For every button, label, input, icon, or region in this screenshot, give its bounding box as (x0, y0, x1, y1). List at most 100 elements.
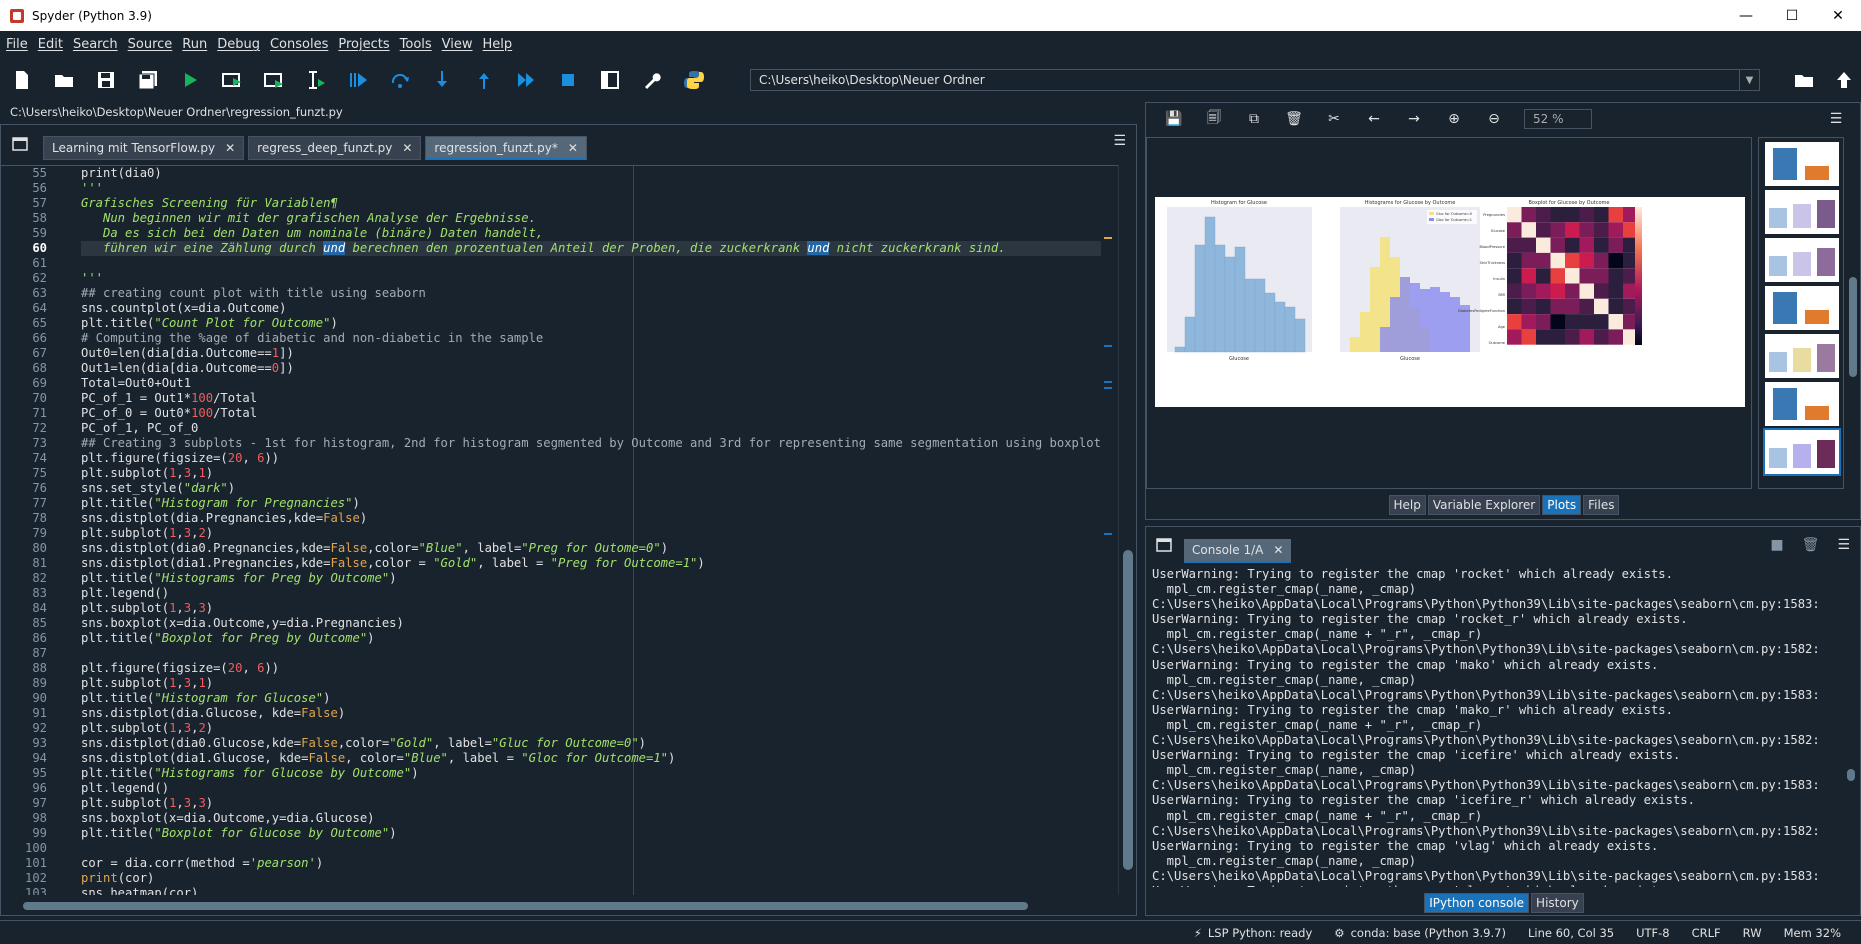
close-tab-icon[interactable]: ✕ (225, 141, 235, 155)
menu-help[interactable]: Help (483, 37, 513, 52)
remove-all-plots-icon[interactable]: ✂ (1323, 108, 1345, 130)
run-cell-advance-icon[interactable] (262, 68, 286, 92)
options-menu-icon[interactable]: ☰ (1113, 133, 1126, 149)
editor-tab[interactable]: regress_deep_funzt.py ✕ (248, 136, 422, 160)
close-tab-icon[interactable]: ✕ (568, 141, 578, 155)
plot-thumbnail-selected[interactable] (1763, 428, 1841, 476)
run-selection-icon[interactable] (304, 68, 328, 92)
menu-tools[interactable]: Tools (400, 37, 432, 52)
debug-icon[interactable] (346, 68, 370, 92)
console-output[interactable]: UserWarning: Trying to register the cmap… (1152, 567, 1838, 887)
options-menu-icon[interactable]: ☰ (1837, 537, 1850, 553)
zoom-in-icon[interactable]: ⊕ (1443, 108, 1465, 130)
heatmap-cell (1579, 283, 1594, 299)
tab-variable-explorer[interactable]: Variable Explorer (1427, 495, 1541, 515)
step-return-icon[interactable] (472, 68, 496, 92)
remove-variables-icon[interactable]: 🗑 (1802, 537, 1820, 553)
menu-debug[interactable]: Debug (217, 37, 260, 52)
plot-thumbnail[interactable] (1765, 238, 1839, 282)
menu-edit[interactable]: Edit (38, 37, 63, 52)
scrollbar-thumb[interactable] (1123, 550, 1133, 870)
step-icon[interactable] (388, 68, 412, 92)
stop-icon[interactable] (556, 68, 580, 92)
python-path-icon[interactable] (682, 68, 706, 92)
editor-horizontal-scrollbar[interactable] (1, 899, 1119, 913)
parent-directory-icon[interactable] (1832, 68, 1856, 92)
editor-tab[interactable]: Learning mit TensorFlow.py ✕ (43, 136, 245, 160)
tab-help[interactable]: Help (1388, 495, 1426, 515)
save-icon[interactable] (94, 68, 118, 92)
scrollbar-thumb[interactable] (1847, 769, 1855, 781)
working-directory-combobox[interactable]: C:\Users\heiko\Desktop\Neuer Ordner ▼ (750, 69, 1760, 91)
minimize-button[interactable]: — (1723, 0, 1769, 31)
line-number: 74 (32, 451, 47, 465)
line-number: 63 (32, 286, 47, 300)
maximize-button[interactable]: ☐ (1769, 0, 1815, 31)
continue-icon[interactable] (514, 68, 538, 92)
tab-history[interactable]: History (1531, 893, 1584, 913)
menu-source[interactable]: Source (128, 37, 173, 52)
conda-status[interactable]: ⚙ conda: base (Python 3.9.7) (1334, 926, 1506, 940)
panel-3-title: Boxplot for Glucose by Outcome (1529, 200, 1610, 206)
tab-ipython-console[interactable]: IPython console (1424, 893, 1530, 913)
save-plot-icon[interactable]: 💾 (1163, 108, 1185, 130)
run-cell-icon[interactable] (220, 68, 244, 92)
browse-tabs-icon[interactable] (11, 134, 31, 154)
console-tab[interactable]: Console 1/A ✕ (1184, 539, 1292, 563)
options-menu-icon[interactable]: ☰ (1825, 108, 1847, 130)
close-button[interactable]: ✕ (1815, 0, 1861, 31)
menu-search[interactable]: Search (73, 37, 118, 52)
zoom-out-icon[interactable]: ⊖ (1483, 108, 1505, 130)
save-all-plots-icon[interactable]: 🗐 (1203, 108, 1225, 130)
code-text: plt.title("Boxplot for Glucose by Outcom… (81, 826, 397, 840)
editor-vertical-scrollbar[interactable] (1118, 165, 1136, 895)
close-tab-icon[interactable]: ✕ (402, 141, 412, 155)
code-editor[interactable]: 55 print(dia0) 56 ''' 57 Grafisches Screening… (1, 165, 1119, 895)
line-number: 62 (32, 271, 47, 285)
tab-files[interactable]: Files (1583, 495, 1620, 515)
heatmap-cell (1507, 329, 1522, 345)
scrollbar-thumb[interactable] (23, 902, 1028, 910)
plot-thumbnail[interactable] (1765, 286, 1839, 330)
heatmap-cell (1521, 283, 1536, 299)
console-scrollbar[interactable] (1845, 573, 1857, 889)
code-text: plt.legend() (81, 586, 170, 600)
menu-projects[interactable]: Projects (338, 37, 389, 52)
run-icon[interactable] (178, 68, 202, 92)
menu-run[interactable]: Run (182, 37, 207, 52)
maximize-pane-icon[interactable] (598, 68, 622, 92)
code-line: 94 sns.distplot(dia1.Glucose, kde=False, … (32, 751, 1101, 766)
code-line: 73 ## Creating 3 subplots - 1st for histo… (32, 436, 1101, 451)
preferences-icon[interactable] (640, 68, 664, 92)
tab-plots[interactable]: Plots (1542, 495, 1582, 515)
open-file-icon[interactable] (52, 68, 76, 92)
close-tab-icon[interactable]: ✕ (1273, 543, 1283, 557)
chevron-down-icon[interactable]: ▼ (1739, 70, 1759, 90)
menu-view[interactable]: View (442, 37, 473, 52)
browse-tabs-icon[interactable] (1156, 537, 1174, 553)
copy-plot-icon[interactable]: ⧉ (1243, 108, 1265, 130)
previous-plot-icon[interactable]: ← (1363, 108, 1385, 130)
next-plot-icon[interactable]: → (1403, 108, 1425, 130)
thumbnails-scrollbar[interactable] (1846, 137, 1860, 489)
plot-thumbnails[interactable] (1758, 137, 1844, 489)
editor-tab-active[interactable]: regression_funzt.py* ✕ (425, 136, 587, 160)
remove-plot-icon[interactable]: 🗑 (1283, 108, 1305, 130)
plot-thumbnail[interactable] (1765, 334, 1839, 378)
menu-file[interactable]: File (6, 37, 28, 52)
menu-consoles[interactable]: Consoles (270, 37, 328, 52)
save-all-icon[interactable] (136, 68, 160, 92)
stop-kernel-icon[interactable]: ■ (1770, 537, 1783, 553)
new-file-icon[interactable] (10, 68, 34, 92)
plot-thumbnail[interactable] (1765, 382, 1839, 426)
heatmap-cell (1536, 237, 1551, 253)
console-line: C:\Users\heiko\AppData\Local\Programs\Py… (1152, 597, 1820, 612)
plot-thumbnail[interactable] (1765, 190, 1839, 234)
step-into-icon[interactable] (430, 68, 454, 92)
zoom-level-input[interactable]: 52 % (1524, 109, 1592, 129)
browse-folder-icon[interactable] (1792, 68, 1816, 92)
plot-thumbnail[interactable] (1765, 142, 1839, 186)
plot-canvas[interactable]: Histogram for Glucose Glucose Histograms… (1146, 137, 1752, 489)
line-number: 77 (32, 496, 47, 510)
scrollbar-thumb[interactable] (1849, 277, 1857, 377)
